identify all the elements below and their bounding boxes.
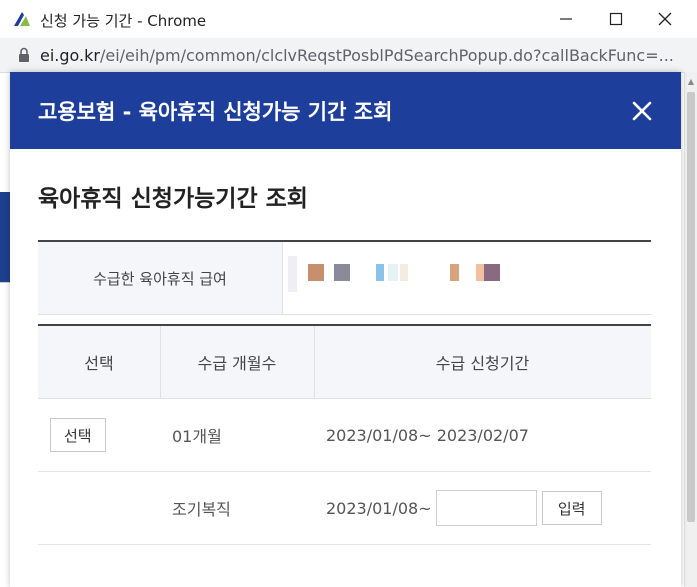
lock-icon (19, 47, 29, 62)
minimize-icon[interactable] (553, 6, 579, 32)
url-path: /ei/eih/pm/common/clclvReqstPosblPdSearc… (99, 46, 674, 65)
browser-title-bar: 신청 가능 기간 - Chrome (0, 0, 697, 39)
url-text[interactable]: ei.go.kr/ei/eih/pm/common/clclvReqstPosb… (40, 46, 674, 65)
scroll-up-icon[interactable]: ▲ (685, 72, 697, 90)
close-icon[interactable] (629, 98, 655, 124)
header-period: 수급 신청기간 (435, 354, 530, 373)
background-page-divider (0, 282, 10, 283)
masked-benefit-value (288, 256, 518, 292)
inquiry-modal: 고용보험 - 육아휴직 신청가능 기간 조회 육아휴직 신청가능기간 조회 수급… (10, 72, 681, 587)
header-months: 수급 개월수 (160, 326, 315, 398)
modal-header: 고용보험 - 육아휴직 신청가능 기간 조회 (10, 72, 681, 149)
benefit-info-table: 수급한 육아휴직 급여 (38, 240, 651, 315)
header-select: 선택 (38, 326, 161, 398)
select-button[interactable]: 선택 (50, 418, 106, 452)
received-benefit-label: 수급한 육아휴직 급여 (38, 242, 283, 314)
select-cell: 선택 (50, 399, 106, 471)
input-button[interactable]: 입력 (541, 491, 602, 525)
table-header-row: 선택 수급 개월수 수급 신청기간 (38, 326, 651, 399)
url-host: ei.go.kr (40, 46, 100, 65)
window-title: 신청 가능 기간 - Chrome (40, 12, 207, 30)
table-row: 선택 01개월 2023/01/08~ 2023/02/07 (38, 399, 651, 472)
end-date-input[interactable] (435, 490, 537, 526)
table-row: 조기복직 2023/01/08~ 입력 (38, 472, 651, 545)
early-return-period-cell: 2023/01/08~ 입력 (326, 472, 602, 544)
months-value: 01개월 (172, 427, 222, 446)
period-start-value: 2023/01/08~ (326, 498, 432, 518)
period-list-table: 선택 수급 개월수 수급 신청기간 선택 01개월 2023/01/08~ 20… (38, 324, 651, 545)
months-value: 조기복직 (172, 500, 231, 519)
background-page-band (0, 192, 10, 282)
app-logo-icon (14, 12, 30, 26)
modal-title: 고용보험 - 육아휴직 신청가능 기간 조회 (38, 100, 393, 124)
period-value: 2023/01/08~ 2023/02/07 (326, 425, 529, 445)
scrollbar-thumb[interactable] (687, 92, 695, 522)
address-bar[interactable]: ei.go.kr/ei/eih/pm/common/clclvReqstPosb… (0, 38, 697, 73)
maximize-icon[interactable] (603, 6, 629, 32)
window-close-icon[interactable] (652, 6, 678, 32)
section-title: 육아휴직 신청가능기간 조회 (38, 186, 308, 212)
